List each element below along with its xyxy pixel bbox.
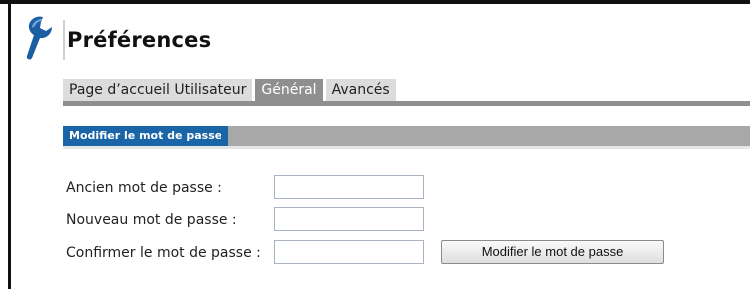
section-shadow — [63, 146, 750, 149]
tab-page-accueil-utilisateur[interactable]: Page d’accueil Utilisateur — [63, 79, 253, 101]
header: Préférences — [11, 4, 750, 70]
new-password-field[interactable] — [274, 207, 424, 231]
logo-divider — [63, 20, 65, 60]
section-stripes — [221, 126, 233, 146]
page-title: Préférences — [67, 28, 212, 52]
change-password-button[interactable]: Modifier le mot de passe — [441, 240, 664, 264]
confirm-password-label: Confirmer le mot de passe : — [66, 245, 261, 261]
section-header: Modifier le mot de passe — [63, 126, 750, 146]
tab-general[interactable]: Général — [255, 79, 323, 101]
new-password-label: Nouveau mot de passe : — [66, 212, 237, 228]
section-title: Modifier le mot de passe — [63, 126, 229, 146]
tab-underline-bar — [63, 101, 750, 106]
confirm-password-field[interactable] — [274, 240, 424, 264]
old-password-field[interactable] — [274, 175, 424, 199]
tab-avances[interactable]: Avancés — [325, 79, 396, 101]
tab-strip: Page d’accueil Utilisateur Général Avanc… — [63, 79, 399, 101]
wrench-icon — [21, 14, 57, 62]
old-password-label: Ancien mot de passe : — [66, 180, 222, 196]
